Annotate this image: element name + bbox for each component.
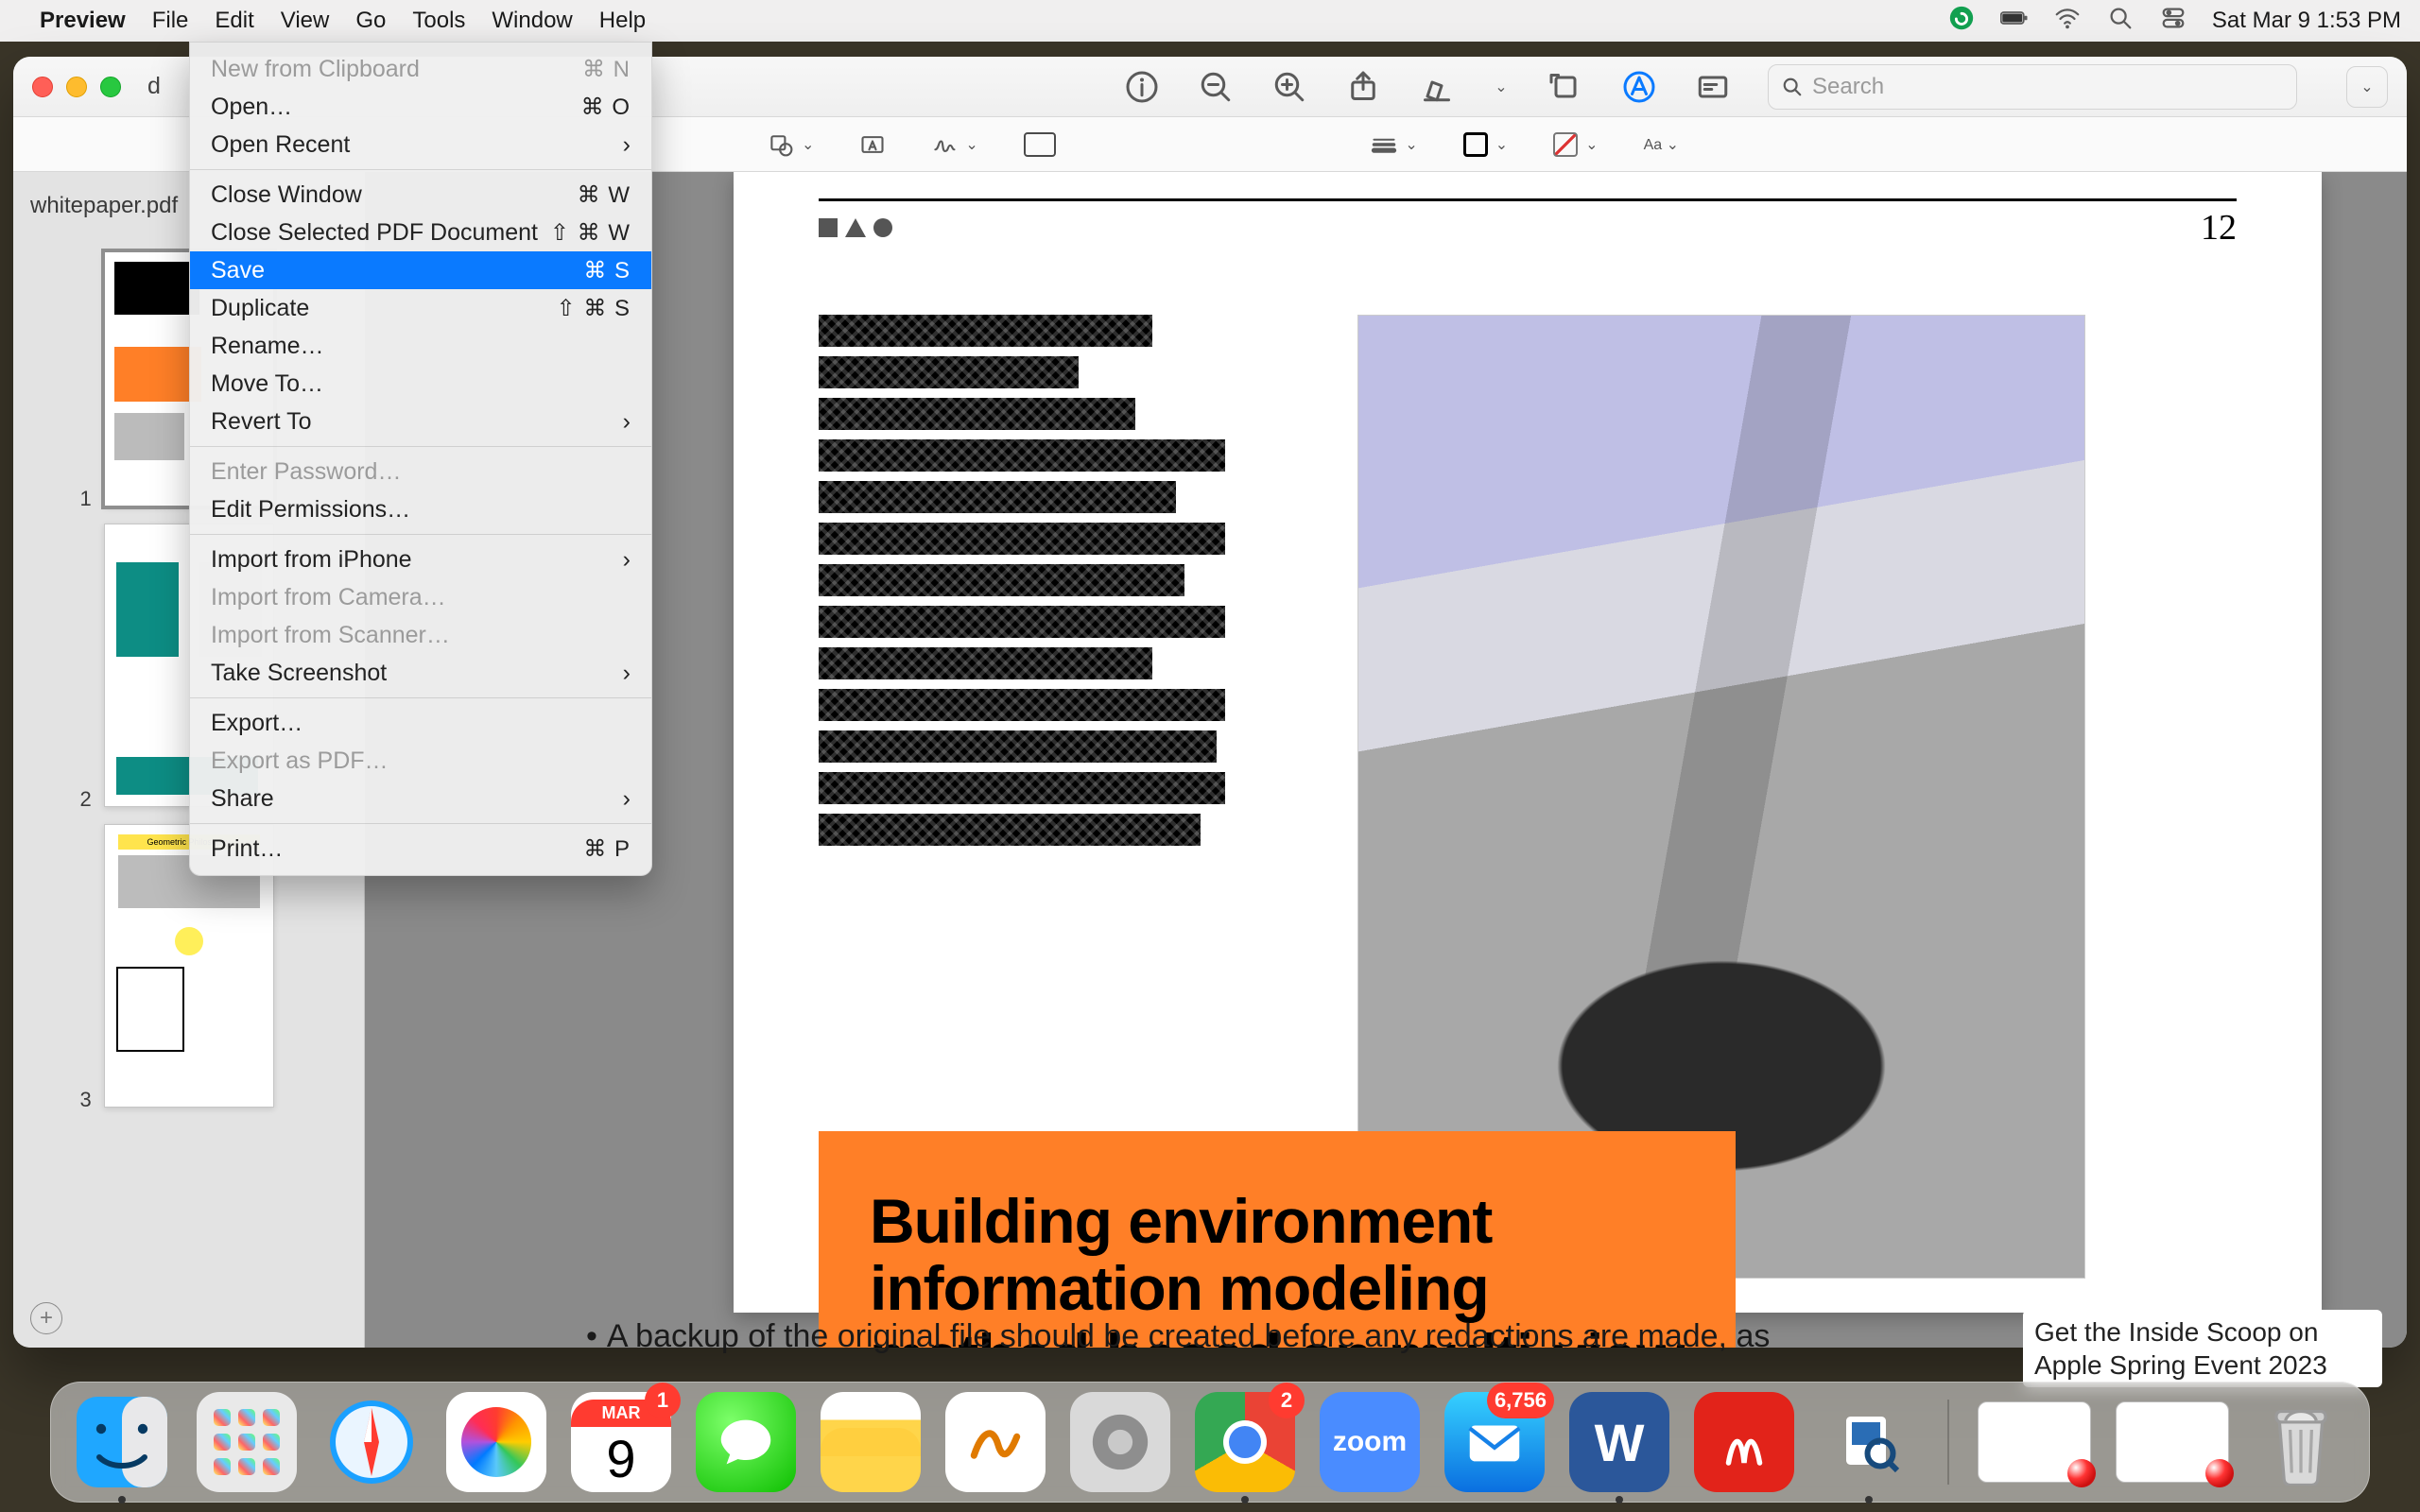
dock-settings[interactable] xyxy=(1070,1392,1170,1492)
dock-minimized-window[interactable] xyxy=(2116,1401,2229,1483)
highlight-button[interactable] xyxy=(1418,68,1456,106)
menu-item-open[interactable]: Open…⌘ O xyxy=(190,88,651,126)
menu-item-edit-permissions[interactable]: Edit Permissions… xyxy=(190,490,651,528)
menu-item-take-screenshot[interactable]: Take Screenshot› xyxy=(190,654,651,692)
file-menu-dropdown: New from Clipboard⌘ NOpen…⌘ OOpen Recent… xyxy=(189,42,652,876)
dock-freeform[interactable] xyxy=(945,1392,1046,1492)
crop-tool[interactable] xyxy=(1024,132,1056,157)
menu-item-duplicate[interactable]: Duplicate⇧ ⌘ S xyxy=(190,289,651,327)
menu-item-print[interactable]: Print…⌘ P xyxy=(190,830,651,868)
menu-item-share[interactable]: Share› xyxy=(190,780,651,817)
dock-preview[interactable] xyxy=(1819,1392,1919,1492)
page-number: 12 xyxy=(2201,207,2237,249)
menu-window[interactable]: Window xyxy=(492,8,572,34)
dock-notes[interactable] xyxy=(821,1392,921,1492)
menu-view[interactable]: View xyxy=(281,8,330,34)
thumb-page-3: 3 xyxy=(80,1088,92,1112)
menu-item-import-from-iphone[interactable]: Import from iPhone› xyxy=(190,541,651,578)
menu-item-export[interactable]: Export… xyxy=(190,704,651,742)
zoom-in-button[interactable] xyxy=(1270,68,1308,106)
menu-item-close-selected-pdf-document[interactable]: Close Selected PDF Document⇧ ⌘ W xyxy=(190,214,651,251)
menu-item-import-from-scanner: Import from Scanner… xyxy=(190,616,651,654)
dock-word[interactable]: W xyxy=(1569,1392,1669,1492)
dock-mail[interactable]: 6,756 xyxy=(1444,1392,1545,1492)
window-controls xyxy=(32,77,121,97)
menu-item-close-window[interactable]: Close Window⌘ W xyxy=(190,176,651,214)
dock-launchpad[interactable] xyxy=(197,1392,297,1492)
text-tool[interactable] xyxy=(859,131,886,158)
page-ornament-icon xyxy=(819,218,892,237)
dock-chrome[interactable]: 2 xyxy=(1195,1392,1295,1492)
font-tool[interactable]: Aa ⌄ xyxy=(1644,135,1679,154)
dock-acrobat[interactable] xyxy=(1694,1392,1794,1492)
menu-item-save[interactable]: Save⌘ S xyxy=(190,251,651,289)
menu-item-export-as-pdf: Export as PDF… xyxy=(190,742,651,780)
dock-minimized-window[interactable] xyxy=(1978,1401,2091,1483)
stroke-color[interactable]: ⌄ xyxy=(1463,132,1508,157)
close-button[interactable] xyxy=(32,77,53,97)
document-view[interactable]: 12 Building environment information mode… xyxy=(365,172,2407,1348)
highlight-chevron[interactable]: ⌄ xyxy=(1492,68,1511,106)
shapes-tool[interactable]: ⌄ xyxy=(768,131,814,158)
search-icon xyxy=(1782,77,1803,97)
zoom-button[interactable] xyxy=(100,77,121,97)
battery-icon[interactable] xyxy=(2000,4,2029,39)
menu-item-revert-to[interactable]: Revert To› xyxy=(190,403,651,440)
menubar-clock[interactable]: Sat Mar 9 1:53 PM xyxy=(2212,8,2401,34)
menu-file[interactable]: File xyxy=(152,8,189,34)
rotate-button[interactable] xyxy=(1547,68,1584,106)
dock: MAR91 2zoom6,756W xyxy=(50,1382,2370,1503)
menu-go[interactable]: Go xyxy=(355,8,386,34)
line-style[interactable]: ⌄ xyxy=(1371,131,1417,158)
control-center-icon[interactable] xyxy=(2159,4,2187,39)
share-button[interactable] xyxy=(1344,68,1382,106)
dock-photos[interactable] xyxy=(446,1392,546,1492)
markup-button[interactable] xyxy=(1620,68,1658,106)
thumb-page-2: 2 xyxy=(80,787,92,812)
document-title: d xyxy=(147,73,161,100)
form-button[interactable] xyxy=(1694,68,1732,106)
fill-color[interactable]: ⌄ xyxy=(1553,132,1598,157)
menubar: Preview File Edit View Go Tools Window H… xyxy=(0,0,2420,42)
info-button[interactable] xyxy=(1123,68,1161,106)
search-placeholder: Search xyxy=(1812,74,1884,100)
menu-item-new-from-clipboard: New from Clipboard⌘ N xyxy=(190,50,651,88)
thumb-page-1: 1 xyxy=(80,487,92,511)
spotlight-icon[interactable] xyxy=(2106,4,2135,39)
dock-separator xyxy=(1947,1400,1949,1485)
menu-edit[interactable]: Edit xyxy=(215,8,253,34)
menu-item-import-from-camera: Import from Camera… xyxy=(190,578,651,616)
page-canvas: 12 Building environment information mode… xyxy=(734,172,2322,1313)
wifi-icon[interactable] xyxy=(2053,4,2082,39)
menu-item-open-recent[interactable]: Open Recent› xyxy=(190,126,651,163)
menu-tools[interactable]: Tools xyxy=(412,8,465,34)
page-heading-block: Building environment information modelin… xyxy=(819,1131,1736,1348)
minimize-button[interactable] xyxy=(66,77,87,97)
dock-safari[interactable] xyxy=(321,1392,422,1492)
dock-zoom[interactable]: zoom xyxy=(1320,1392,1420,1492)
menu-item-rename[interactable]: Rename… xyxy=(190,327,651,365)
dock-calendar[interactable]: MAR91 xyxy=(571,1392,671,1492)
dock-trash[interactable] xyxy=(2254,1392,2348,1492)
background-bullet: •A backup of the original file should be… xyxy=(586,1318,1770,1355)
toolbar-overflow[interactable]: ⌄ xyxy=(2346,66,2388,108)
menu-item-enter-password: Enter Password… xyxy=(190,453,651,490)
search-field[interactable]: Search xyxy=(1768,64,2297,110)
background-sidebar-item: Get the Inside Scoop on Apple Spring Eve… xyxy=(2023,1310,2382,1387)
zoom-out-button[interactable] xyxy=(1197,68,1235,106)
menu-item-move-to[interactable]: Move To… xyxy=(190,365,651,403)
menu-help[interactable]: Help xyxy=(599,8,646,34)
grammarly-icon[interactable] xyxy=(1947,4,1976,39)
sign-tool[interactable]: ⌄ xyxy=(931,131,977,158)
dock-messages[interactable] xyxy=(696,1392,796,1492)
add-page-button[interactable]: + xyxy=(30,1302,62,1334)
app-menu[interactable]: Preview xyxy=(40,8,126,34)
dock-finder[interactable] xyxy=(72,1392,172,1492)
